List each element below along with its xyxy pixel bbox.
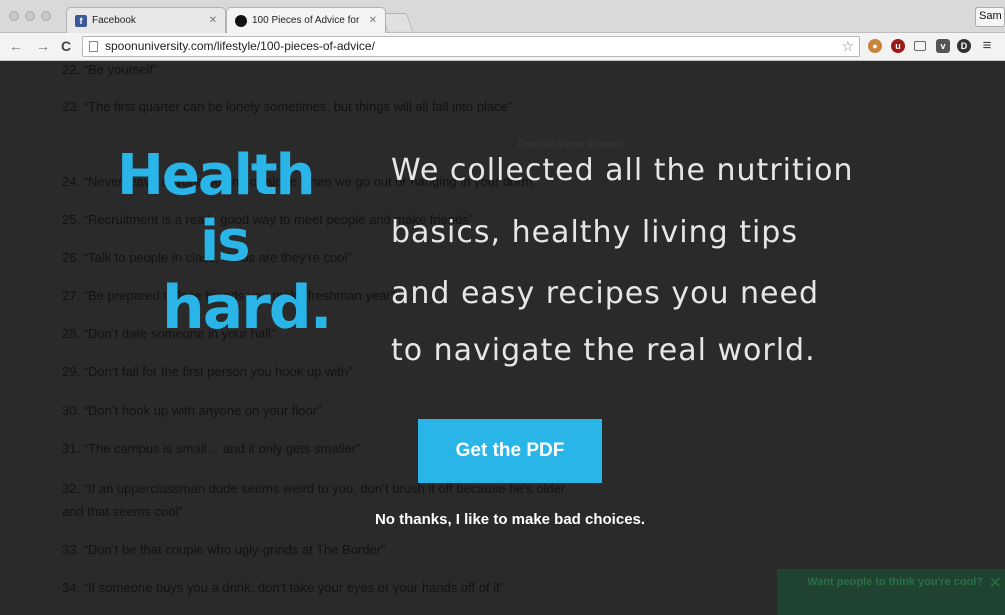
back-arrow-icon[interactable]: ←: [9, 38, 23, 54]
get-pdf-button[interactable]: Get the PDF: [418, 419, 602, 483]
tagline-line: and easy recipes you need: [391, 276, 819, 311]
tagline-line: We collected all the nutrition: [391, 153, 854, 188]
spoon-icon: [235, 14, 247, 27]
facebook-icon: f: [75, 14, 87, 27]
list-item: 31. “The campus is small… and it only ge…: [62, 441, 361, 456]
close-icon[interactable]: ✕: [369, 15, 377, 26]
reload-icon[interactable]: C: [61, 38, 71, 54]
list-item: 33. “Don’t be that couple who ugly-grind…: [62, 542, 386, 557]
browser-toolbar: ← → C spoonuniversity.com/lifestyle/100-…: [0, 33, 1005, 61]
tagline-line: to navigate the real world.: [391, 333, 816, 368]
menu-icon[interactable]: ≡: [980, 38, 994, 53]
minimize-window-button[interactable]: [25, 11, 35, 21]
photo-credit: Photo by Ahmed Schwartz: [518, 139, 624, 149]
list-item: 30. “Don’t hook up with anyone on your f…: [62, 403, 322, 418]
pocket-icon[interactable]: v: [936, 39, 950, 53]
forward-arrow-icon[interactable]: →: [36, 38, 50, 54]
browser-tab-bar: f Facebook ✕ 100 Pieces of Advice for In…: [0, 0, 1005, 33]
list-item: 29. “Don’t fall for the first person you…: [62, 364, 353, 379]
list-item: 22. “Be yourself”: [62, 62, 158, 77]
decline-link[interactable]: No thanks, I like to make bad choices.: [0, 511, 1005, 528]
profile-button[interactable]: Sam: [975, 7, 1005, 27]
url-text: spoonuniversity.com/lifestyle/100-pieces…: [105, 39, 375, 53]
onetab-icon[interactable]: D: [957, 39, 971, 53]
page-icon: [89, 41, 98, 52]
cookie-icon[interactable]: ●: [868, 39, 882, 53]
tab-spoon-university[interactable]: 100 Pieces of Advice for In ✕: [226, 7, 386, 33]
toast-message: Want people to think you're cool?: [807, 576, 983, 588]
tab-title: 100 Pieces of Advice for In: [252, 15, 363, 26]
headline-line: is: [200, 209, 251, 274]
article-page: 22. “Be yourself” 23. “The first quarter…: [0, 62, 1005, 615]
headline-line: hard.: [162, 273, 333, 343]
bookmark-star-icon[interactable]: ☆: [841, 37, 854, 56]
tab-facebook[interactable]: f Facebook ✕: [66, 7, 226, 33]
ublock-icon[interactable]: u: [891, 39, 905, 53]
list-item: 34. “If someone buys you a drink, don’t …: [62, 580, 504, 595]
cool-toast[interactable]: Want people to think you're cool? ✕: [777, 569, 1005, 615]
headline-line: Health: [117, 143, 315, 208]
zoom-window-button[interactable]: [41, 11, 51, 21]
list-item: 23. “The first quarter can be lonely som…: [62, 99, 513, 114]
tagline-line: basics, healthy living tips: [391, 215, 798, 250]
close-icon[interactable]: ✕: [209, 15, 217, 26]
address-bar[interactable]: spoonuniversity.com/lifestyle/100-pieces…: [82, 36, 860, 57]
cast-icon[interactable]: [914, 41, 926, 51]
close-icon[interactable]: ✕: [989, 573, 1002, 593]
tab-title: Facebook: [92, 15, 136, 26]
close-window-button[interactable]: [9, 11, 19, 21]
list-item: 32. “If an upperclassman dude seems weir…: [62, 481, 566, 496]
